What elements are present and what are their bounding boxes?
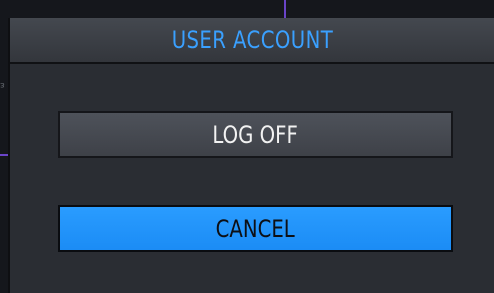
log-off-button-label: LOG OFF bbox=[212, 120, 299, 149]
cancel-button-label: CANCEL bbox=[215, 214, 296, 243]
cancel-button[interactable]: CANCEL bbox=[58, 205, 453, 252]
user-account-dialog: USER ACCOUNT LOG OFF CANCEL bbox=[8, 18, 494, 293]
dialog-header: USER ACCOUNT bbox=[10, 18, 494, 64]
background-glyph: ᵌ bbox=[0, 80, 6, 96]
background-marker-line bbox=[0, 154, 8, 156]
log-off-button[interactable]: LOG OFF bbox=[58, 111, 453, 158]
dialog-title: USER ACCOUNT bbox=[171, 26, 333, 54]
background-marker-line bbox=[284, 0, 286, 18]
